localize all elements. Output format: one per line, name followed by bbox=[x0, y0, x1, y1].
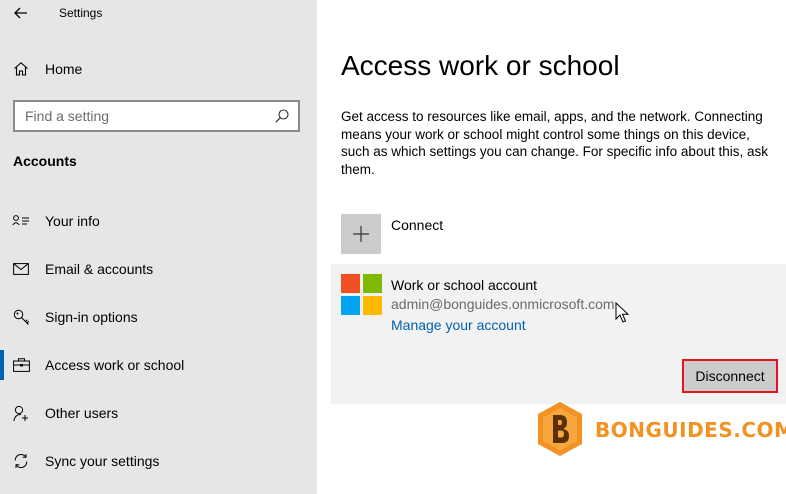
disconnect-button[interactable]: Disconnect bbox=[682, 359, 778, 393]
sidebar-item-label: Access work or school bbox=[45, 357, 185, 373]
page-description: Get access to resources like email, apps… bbox=[341, 109, 768, 177]
sidebar-item-your-info[interactable]: Your info bbox=[0, 201, 317, 241]
home-icon bbox=[12, 60, 30, 78]
connect-button[interactable] bbox=[341, 214, 381, 254]
bonguides-logo-icon bbox=[538, 402, 582, 456]
sidebar-item-sync-your-settings[interactable]: Sync your settings bbox=[0, 441, 317, 481]
page-title: Access work or school bbox=[341, 50, 620, 81]
sync-icon bbox=[12, 452, 30, 470]
section-title: Accounts bbox=[13, 153, 77, 169]
main-content: Access work or school Get access to reso… bbox=[317, 0, 786, 494]
sidebar-item-other-users[interactable]: Other users bbox=[0, 393, 317, 433]
sidebar-item-label: Other users bbox=[45, 405, 119, 421]
sidebar-item-sign-in-options[interactable]: Sign-in options bbox=[0, 297, 317, 337]
app-title: Settings bbox=[59, 6, 103, 20]
watermark: BONGUIDES.COM bbox=[535, 400, 786, 460]
microsoft-logo-icon bbox=[341, 274, 382, 315]
sidebar-item-label: Sign-in options bbox=[45, 309, 138, 325]
disconnect-label: Disconnect bbox=[695, 368, 765, 384]
back-arrow-icon bbox=[14, 7, 27, 19]
search-placeholder: Find a setting bbox=[25, 108, 110, 124]
account-email: admin@bonguides.onmicrosoft.com bbox=[391, 296, 615, 312]
key-icon bbox=[12, 308, 30, 326]
plus-icon bbox=[353, 226, 369, 242]
mail-icon bbox=[12, 260, 30, 278]
person-add-icon bbox=[12, 404, 30, 422]
search-input[interactable]: Find a setting bbox=[13, 100, 300, 132]
sidebar: Settings Home Find a setting Accounts Yo… bbox=[0, 0, 317, 494]
account-card[interactable]: Work or school account admin@bonguides.o… bbox=[331, 264, 786, 404]
back-button[interactable] bbox=[10, 3, 32, 23]
sidebar-item-label: Home bbox=[45, 61, 83, 77]
connect-label[interactable]: Connect bbox=[391, 217, 443, 233]
briefcase-icon bbox=[12, 356, 30, 374]
sidebar-item-email-accounts[interactable]: Email & accounts bbox=[0, 249, 317, 289]
sidebar-item-label: Email & accounts bbox=[45, 261, 154, 277]
sidebar-item-label: Your info bbox=[45, 213, 100, 229]
person-card-icon bbox=[12, 212, 30, 230]
sidebar-item-home[interactable]: Home bbox=[0, 49, 317, 89]
sidebar-item-access-work-or-school[interactable]: Access work or school bbox=[0, 345, 317, 385]
account-title: Work or school account bbox=[391, 277, 538, 293]
mouse-cursor-icon bbox=[615, 302, 629, 323]
manage-account-link[interactable]: Manage your account bbox=[391, 317, 526, 333]
search-icon[interactable] bbox=[274, 108, 290, 124]
title-bar: Settings bbox=[0, 0, 317, 28]
watermark-text: BONGUIDES.COM bbox=[595, 418, 786, 442]
sidebar-item-label: Sync your settings bbox=[45, 453, 160, 469]
